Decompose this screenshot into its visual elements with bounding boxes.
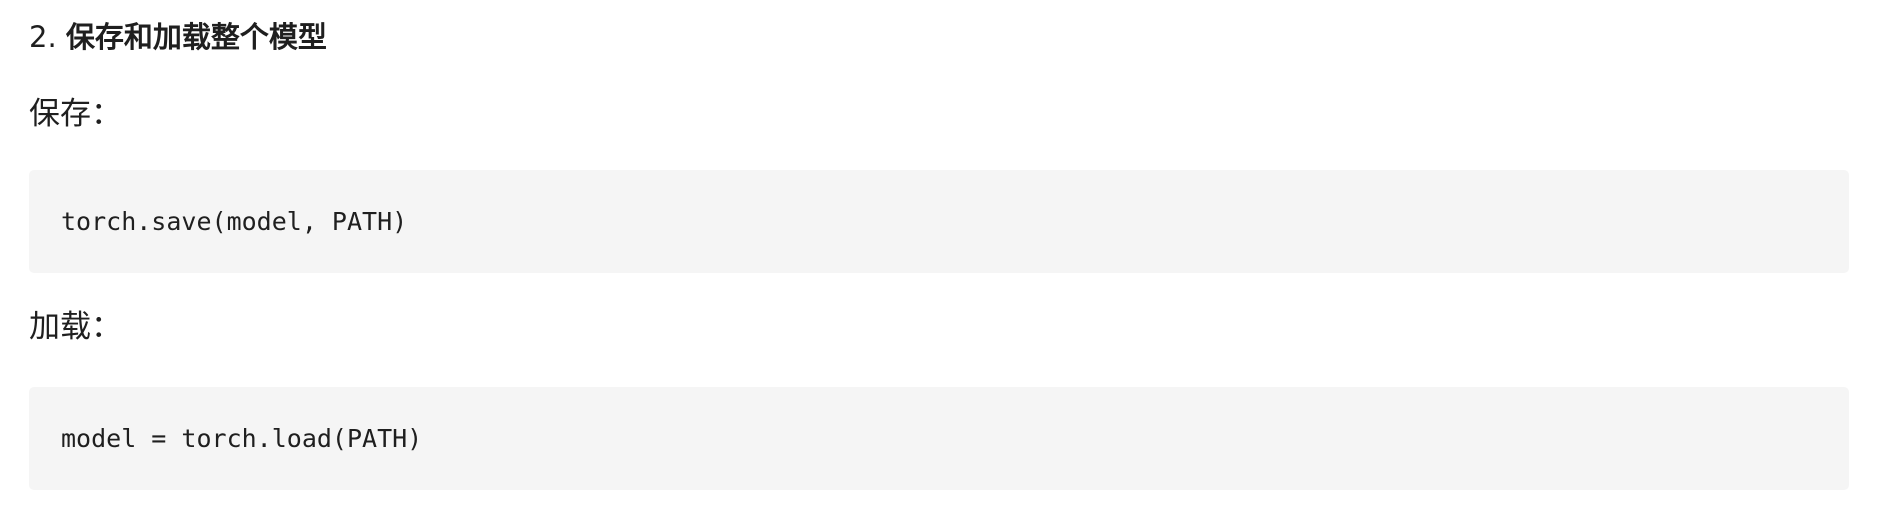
load-code-block: model = torch.load(PATH) [29, 387, 1849, 490]
save-label: 保存： [29, 96, 122, 132]
save-code-block: torch.save(model, PATH) [29, 170, 1849, 273]
heading-title: 保存和加载整个模型 [65, 20, 327, 54]
heading-number: 2. [29, 20, 57, 54]
section-heading: 2. 保存和加载整个模型 [29, 17, 327, 57]
save-code: torch.save(model, PATH) [61, 207, 408, 236]
document-page: 2. 保存和加载整个模型 保存： torch.save(model, PATH)… [0, 0, 1888, 507]
load-label: 加载： [29, 309, 122, 345]
load-code: model = torch.load(PATH) [61, 424, 423, 453]
